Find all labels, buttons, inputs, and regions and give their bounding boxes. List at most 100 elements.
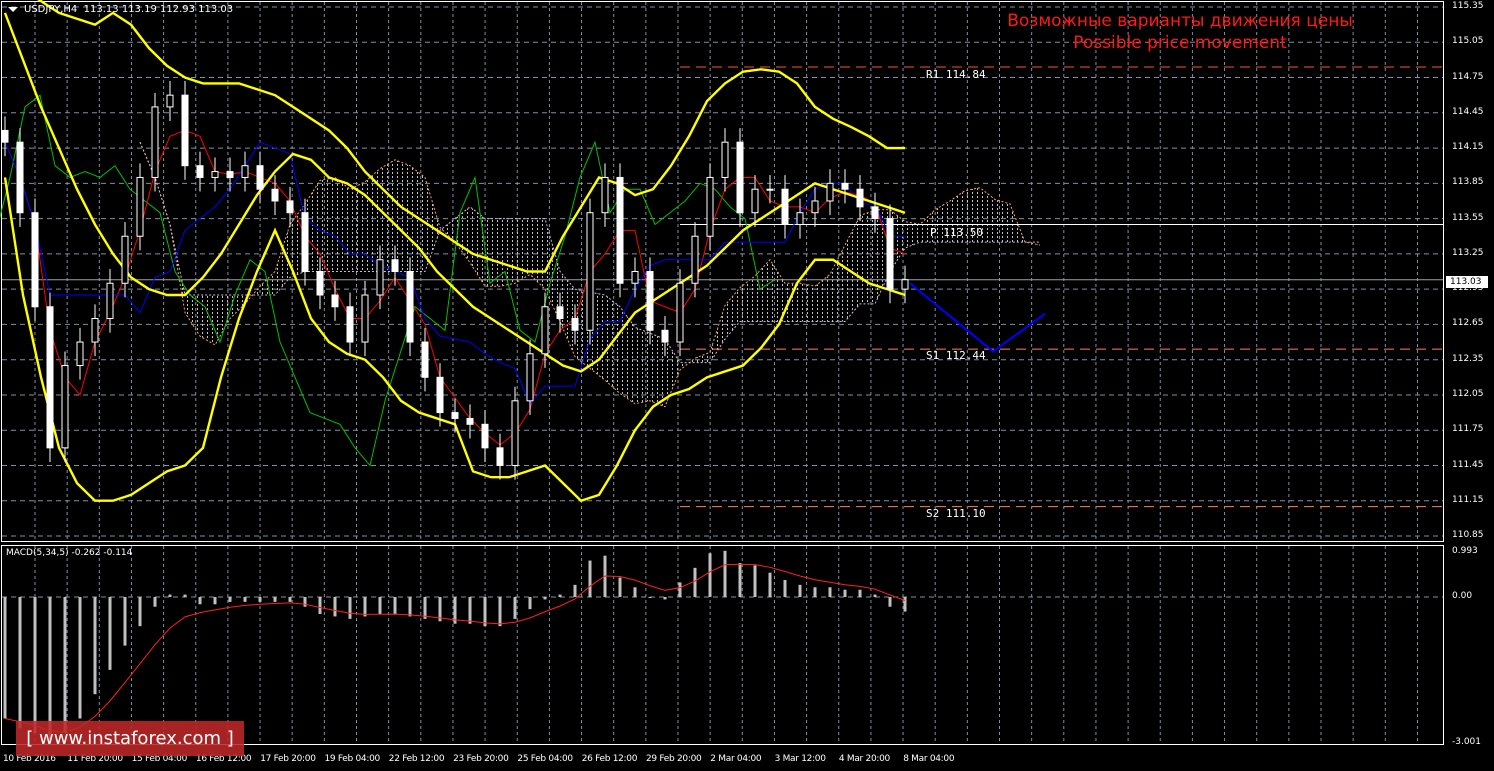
macd-bar	[333, 597, 337, 617]
candle-bull	[241, 165, 249, 178]
macd-tick: 0.00	[1452, 591, 1473, 601]
level-r1-label: R1 114.84	[926, 68, 986, 81]
candle-bull	[676, 282, 684, 343]
macd-bar	[183, 594, 187, 597]
macd-bar	[498, 597, 502, 627]
price-tick: 111.45	[1452, 459, 1484, 470]
candle-bull	[136, 176, 144, 237]
candle-bull	[631, 271, 639, 284]
macd-bar	[558, 594, 562, 597]
candle-bear	[391, 259, 399, 273]
price-tick: 111.15	[1452, 494, 1484, 505]
date-tick: 4 Mar 20:00	[838, 754, 890, 764]
candle-bear	[661, 329, 669, 343]
price-tick: 113.25	[1452, 247, 1484, 258]
candle-bull	[691, 235, 699, 284]
candle-bear	[556, 306, 564, 320]
candle-bear	[571, 318, 579, 331]
macd-bar	[18, 597, 22, 729]
date-tick: 19 Feb 04:00	[324, 754, 381, 764]
candle-bull	[511, 400, 519, 466]
price-tick: 114.75	[1452, 71, 1484, 82]
title-en: Possible price movement	[1073, 33, 1287, 53]
price-tick: 115.35	[1452, 1, 1484, 11]
price-tick: 113.85	[1452, 177, 1484, 188]
candle-bear	[886, 218, 894, 290]
chart-canvas[interactable]	[0, 0, 1494, 771]
candle-bear	[841, 182, 849, 190]
candle-bull	[796, 212, 804, 225]
candle-bull	[61, 365, 69, 449]
macd-bar	[723, 550, 727, 597]
instaforex-watermark[interactable]: [ www.instaforex.com ]	[16, 721, 244, 756]
macd-bar	[393, 597, 397, 615]
candle-bear	[616, 176, 624, 284]
candle-bull	[706, 176, 714, 237]
candle-bull	[586, 212, 594, 331]
candle-bull	[151, 106, 159, 178]
candle-bear	[346, 306, 354, 343]
current-price-tag: 113.03	[1446, 276, 1488, 288]
chart-header: USDJPY,H4 113.13 113.19 112.93 113.03	[8, 4, 233, 15]
macd-bar	[138, 597, 142, 627]
date-tick: 25 Feb 04:00	[517, 754, 573, 764]
candle-bear	[496, 447, 504, 466]
chikou-line	[0, 94, 776, 467]
candle-bear	[256, 165, 264, 190]
candle-bull	[121, 235, 129, 284]
candle-bull	[376, 259, 384, 296]
macd-bar	[78, 597, 82, 719]
date-tick: 3 Mar 12:00	[774, 754, 826, 764]
macd-bar	[858, 589, 862, 597]
macd-label: MACD(5,34,5) -0.262 -0.114	[6, 548, 133, 558]
level-s1-label: S1 112.44	[926, 349, 986, 362]
title-ru: Возможные варианты движения цены	[1007, 11, 1353, 31]
macd-bar	[768, 572, 772, 597]
level-pivot-label: P 113.50	[930, 226, 983, 239]
macd-bar	[873, 594, 877, 597]
macd-bar	[363, 597, 367, 617]
candle-bull	[766, 188, 774, 191]
candle-bear	[646, 271, 654, 331]
candle-bull	[811, 200, 819, 214]
macd-bar	[213, 597, 217, 605]
symbol-label: USDJPY,H4	[24, 4, 78, 15]
candle-bull	[91, 318, 99, 343]
candle-bear	[466, 417, 474, 425]
macd-bar	[93, 597, 97, 695]
candle-bull	[751, 188, 759, 214]
macd-bar	[108, 597, 112, 670]
macd-bar	[648, 597, 652, 598]
macd-bar	[198, 597, 202, 605]
candle-bear	[781, 188, 789, 225]
price-tick: 115.05	[1452, 36, 1484, 47]
candle-bear	[181, 94, 189, 167]
macd-bar	[348, 597, 352, 619]
candle-bear	[301, 212, 309, 273]
candle-bear	[31, 212, 39, 308]
candle-bull	[901, 279, 909, 290]
candle-bear	[316, 271, 324, 296]
price-tick: 110.85	[1452, 530, 1484, 541]
candle-bear	[331, 294, 339, 308]
macd-bar	[618, 577, 622, 597]
dropdown-triangle-icon[interactable]	[8, 6, 18, 12]
macd-bar	[468, 597, 472, 624]
macd-bar	[708, 553, 712, 597]
date-tick: 22 Feb 12:00	[388, 754, 445, 764]
candle-bull	[211, 171, 219, 178]
macd-bar	[408, 597, 412, 617]
macd-bar	[423, 597, 427, 619]
macd-bar	[303, 597, 307, 607]
candle-bear	[16, 141, 24, 214]
macd-bar	[243, 597, 247, 602]
macd-bar	[588, 560, 592, 597]
macd-bar	[843, 589, 847, 597]
ohlc-readout: 113.13 113.19 112.93 113.03	[83, 4, 234, 15]
price-tick: 114.45	[1452, 106, 1484, 117]
macd-bar	[663, 597, 667, 600]
macd-bar	[483, 597, 487, 627]
candle-bull	[721, 141, 729, 178]
date-tick: 23 Feb 20:00	[453, 754, 509, 764]
macd-bar	[3, 597, 7, 719]
